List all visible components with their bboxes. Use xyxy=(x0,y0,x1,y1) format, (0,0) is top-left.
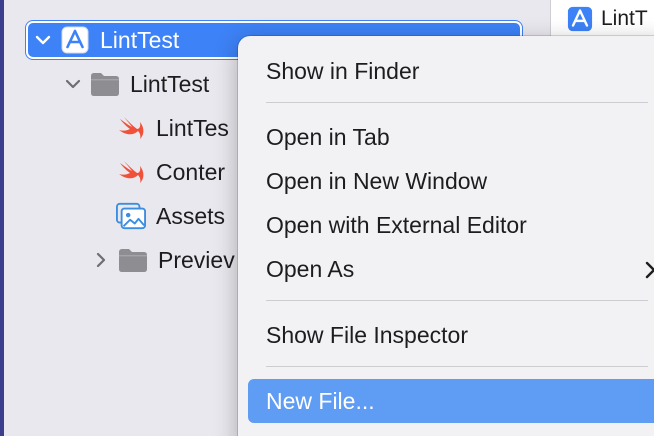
chevron-right-icon xyxy=(640,259,654,279)
asset-catalog-icon xyxy=(116,201,146,231)
xcode-project-icon xyxy=(567,6,593,32)
menu-item-label: Open with External Editor xyxy=(266,211,527,238)
preview-group-label: Previev xyxy=(158,246,235,273)
menu-item-label: Open in New Window xyxy=(266,167,488,194)
navigator-row-group[interactable]: LintTest xyxy=(64,64,209,104)
menu-item-label: Open As xyxy=(266,255,355,282)
file-label: LintTes xyxy=(156,114,229,141)
folder-icon xyxy=(90,69,120,99)
menu-item-open-in-new-window[interactable]: Open in New Window xyxy=(248,159,654,203)
menu-item-open-with-external-editor[interactable]: Open with External Editor xyxy=(248,203,654,247)
menu-separator xyxy=(266,366,648,367)
editor-tab-label: LintT xyxy=(601,7,648,30)
menu-separator xyxy=(266,102,648,103)
menu-item-label: Show File Inspector xyxy=(266,321,468,348)
editor-tab[interactable]: LintT xyxy=(567,6,648,32)
menu-item-label: New File... xyxy=(266,387,375,414)
chevron-right-icon[interactable] xyxy=(92,251,110,269)
menu-item-label: Open in Tab xyxy=(266,123,390,150)
navigator-row-file[interactable]: LintTes xyxy=(116,108,229,148)
file-label: Conter xyxy=(156,158,226,185)
menu-item-open-as[interactable]: Open As xyxy=(248,247,654,291)
navigator-row-file[interactable]: Conter xyxy=(116,152,225,192)
navigator-row-assets[interactable]: Assets xyxy=(116,196,225,236)
xcode-project-icon xyxy=(60,25,90,55)
xcode-window: LintTest LintTest LintTes Conter Assets … xyxy=(0,0,654,436)
project-label: LintTest xyxy=(100,26,180,53)
swift-file-icon xyxy=(116,157,146,187)
menu-item-show-in-finder[interactable]: Show in Finder xyxy=(248,49,654,93)
chevron-down-icon[interactable] xyxy=(34,31,52,49)
swift-file-icon xyxy=(116,113,146,143)
context-menu: Show in Finder Open in Tab Open in New W… xyxy=(238,36,654,436)
folder-icon xyxy=(118,245,148,275)
menu-item-open-in-tab[interactable]: Open in Tab xyxy=(248,115,654,159)
menu-item-new-file[interactable]: New File... xyxy=(248,379,654,423)
chevron-down-icon[interactable] xyxy=(64,75,82,93)
group-label: LintTest xyxy=(130,70,210,97)
menu-separator xyxy=(266,300,648,301)
navigator-row-preview-group[interactable]: Previev xyxy=(92,240,235,280)
menu-item-show-file-inspector[interactable]: Show File Inspector xyxy=(248,313,654,357)
assets-label: Assets xyxy=(156,202,226,229)
menu-item-label: Show in Finder xyxy=(266,57,420,84)
